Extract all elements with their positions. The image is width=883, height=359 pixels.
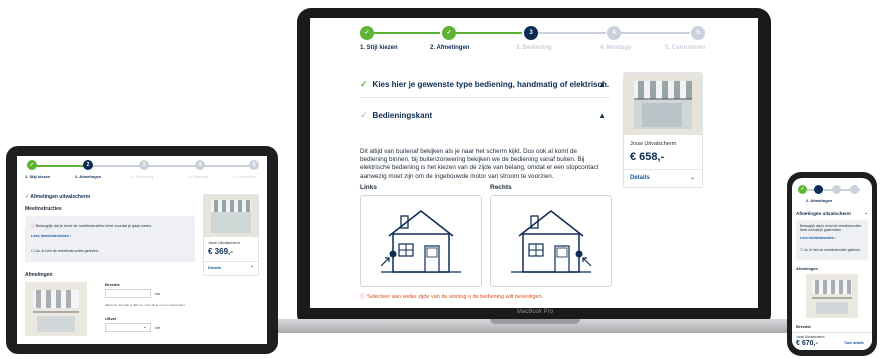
step-5-dot[interactable]: 5 bbox=[691, 26, 705, 40]
step-5-label[interactable]: 5. Controleren bbox=[231, 174, 256, 179]
details-link[interactable]: Details bbox=[630, 175, 650, 181]
house-right-icon bbox=[511, 210, 592, 273]
option-left-label: Links bbox=[360, 184, 377, 191]
step-4-dot[interactable]: 4 bbox=[195, 160, 205, 170]
bediening-explanation: Dit altijd van buitenaf bekijken als je … bbox=[360, 148, 599, 180]
details-link[interactable]: Toon details bbox=[844, 341, 864, 345]
step-connector bbox=[372, 32, 440, 34]
dimensions-title: Afmetingen bbox=[796, 266, 818, 271]
chevron-down-icon[interactable]: ⌄ bbox=[690, 174, 695, 181]
awning-dimension-image bbox=[25, 282, 87, 336]
product-name: Jouw Uitvalscherm bbox=[208, 241, 240, 245]
accordion-title: Kies hier je gewenste type bediening, ha… bbox=[372, 80, 610, 89]
measure-notice-box: Belangrijk dat je eerst de meetinstructi… bbox=[796, 220, 868, 260]
product-price: € 369,- bbox=[208, 247, 233, 256]
chevron-down-icon: ⌄ bbox=[142, 324, 147, 330]
awning-product-image bbox=[624, 73, 702, 135]
step-1-label[interactable]: 1. Stijl kiezen bbox=[360, 45, 398, 51]
step-3-dot[interactable] bbox=[832, 185, 841, 194]
step-connector bbox=[35, 165, 85, 167]
product-price: € 658,- bbox=[630, 151, 665, 163]
width-hint: Maximum breedte is 400 cm, zorg dat je o… bbox=[105, 303, 185, 307]
product-name: Jouw Uitvalscherm bbox=[796, 335, 825, 339]
step-1-dot[interactable]: ✓ bbox=[27, 160, 37, 170]
width-label: Breedte bbox=[105, 282, 120, 287]
check-icon: ✓ bbox=[360, 79, 368, 89]
card-divider bbox=[204, 261, 258, 262]
width-unit: cm bbox=[155, 291, 161, 296]
chevron-up-icon[interactable]: ▲ bbox=[598, 111, 606, 120]
details-link[interactable]: Details bbox=[208, 265, 221, 270]
step-3-label[interactable]: 3. Bediening bbox=[131, 174, 153, 179]
chevron-down-icon[interactable]: ⌄ bbox=[864, 210, 868, 216]
option-right-card[interactable] bbox=[490, 195, 612, 287]
warning-icon: ⓘ bbox=[360, 294, 366, 300]
step-3-dot[interactable]: 3 bbox=[139, 160, 149, 170]
option-right-label: Rechts bbox=[490, 184, 512, 191]
notice-text: ⓘ Belangrijk dat je eerst de meetinstruc… bbox=[31, 224, 153, 228]
accordion-title: Bedieningskant bbox=[372, 110, 433, 120]
width-label: Breedte bbox=[796, 324, 811, 329]
step-2-label[interactable]: 2. Afmetingen bbox=[75, 174, 101, 179]
notice-text: Belangrijk dat je eerst de meetinstructi… bbox=[800, 224, 862, 233]
product-name: Jouw Uitvalscherm bbox=[630, 141, 677, 147]
laptop-notch bbox=[490, 319, 580, 324]
step-2-dot[interactable]: ✓ bbox=[442, 26, 456, 40]
height-unit: cm bbox=[155, 325, 161, 330]
step-2-dot[interactable] bbox=[814, 185, 823, 194]
read-instructions-link[interactable]: Lees meetinstructies › bbox=[31, 234, 71, 238]
confirm-checkbox[interactable]: ☐ Ja, ik heb de meetinstructies gelezen. bbox=[800, 248, 861, 252]
price-footer: Jouw Uitvalscherm € 670,- Toon details bbox=[792, 332, 872, 350]
step-connector bbox=[454, 32, 522, 34]
step-5-dot[interactable]: 5 bbox=[249, 160, 259, 170]
chevron-up-icon[interactable]: ▲ bbox=[598, 80, 606, 89]
dimensions-title: Afmetingen bbox=[25, 272, 53, 278]
awning-product-image bbox=[204, 195, 258, 237]
section-title[interactable]: Afmetingen uitvalscherm bbox=[796, 211, 851, 216]
step-3-label[interactable]: 3. Bediening bbox=[516, 45, 552, 51]
laptop-brand-label: MacBook Pro bbox=[516, 309, 553, 315]
house-left-icon bbox=[380, 210, 461, 273]
accordion-bedieningskant[interactable]: ✓ Bedieningskant ▲ bbox=[360, 102, 610, 128]
phone-screen: ✓ 2. Afmetingen Afmetingen uitvalscherm … bbox=[792, 178, 872, 350]
measure-notice-box: ⓘ Belangrijk dat je eerst de meetinstruc… bbox=[25, 216, 195, 262]
step-1-label[interactable]: 1. Stijl kiezen bbox=[25, 174, 50, 179]
step-connector bbox=[91, 165, 141, 167]
step-4-label[interactable]: 4. Montage bbox=[600, 45, 631, 51]
step-2-label[interactable]: 2. Afmetingen bbox=[430, 45, 469, 51]
step-label: 2. Afmetingen bbox=[806, 198, 833, 203]
product-price: € 670,- bbox=[796, 340, 818, 347]
step-4-label[interactable]: 4. Montage bbox=[189, 174, 209, 179]
check-icon: ✓ bbox=[360, 109, 368, 120]
awning-dimension-image bbox=[806, 274, 858, 318]
height-select[interactable]: ⌄ bbox=[105, 323, 151, 332]
step-connector bbox=[620, 32, 690, 34]
section-title: ✓ Afmetingen uitvalscherm bbox=[25, 194, 91, 200]
step-connector bbox=[536, 32, 606, 34]
step-4-dot[interactable] bbox=[850, 185, 859, 194]
step-1-dot[interactable]: ✓ bbox=[360, 26, 374, 40]
step-3-dot[interactable]: 3 bbox=[524, 26, 538, 40]
confirm-checkbox[interactable]: ☐ Ja, ik heb de meetinstructies gelezen. bbox=[31, 248, 99, 253]
accordion-bediening-type[interactable]: ✓ Kies hier je gewenste type bediening, … bbox=[360, 72, 610, 98]
step-2-dot[interactable]: 2 bbox=[83, 160, 93, 170]
step-1-dot[interactable]: ✓ bbox=[798, 185, 807, 194]
option-left-card[interactable] bbox=[360, 195, 482, 287]
tablet-screen: ✓ 2 3 4 5 1. Stijl kiezen 2. Afmetingen … bbox=[17, 156, 267, 344]
step-connector bbox=[203, 165, 253, 167]
product-summary-card: Jouw Uitvalscherm € 369,- Details ⌄ bbox=[203, 194, 259, 276]
laptop-screen: ✓ ✓ 3 4 5 1. Stijl kiezen 2. Afmetingen … bbox=[310, 18, 758, 308]
step-4-dot[interactable]: 4 bbox=[607, 26, 621, 40]
height-label: Uitval bbox=[105, 316, 116, 321]
chevron-down-icon[interactable]: ⌄ bbox=[250, 263, 254, 269]
selection-warning: ⓘ Selecteer aan welke zijde van de wonin… bbox=[360, 294, 544, 300]
step-5-label[interactable]: 5. Controleren bbox=[665, 45, 706, 51]
width-input[interactable] bbox=[105, 289, 151, 298]
read-instructions-link[interactable]: Lees meetinstructies › bbox=[800, 236, 836, 240]
measure-title: Meetinstructies bbox=[25, 206, 62, 212]
product-summary-card: Jouw Uitvalscherm € 658,- Details ⌄ bbox=[623, 72, 703, 188]
step-connector bbox=[147, 165, 197, 167]
card-divider bbox=[624, 169, 702, 170]
